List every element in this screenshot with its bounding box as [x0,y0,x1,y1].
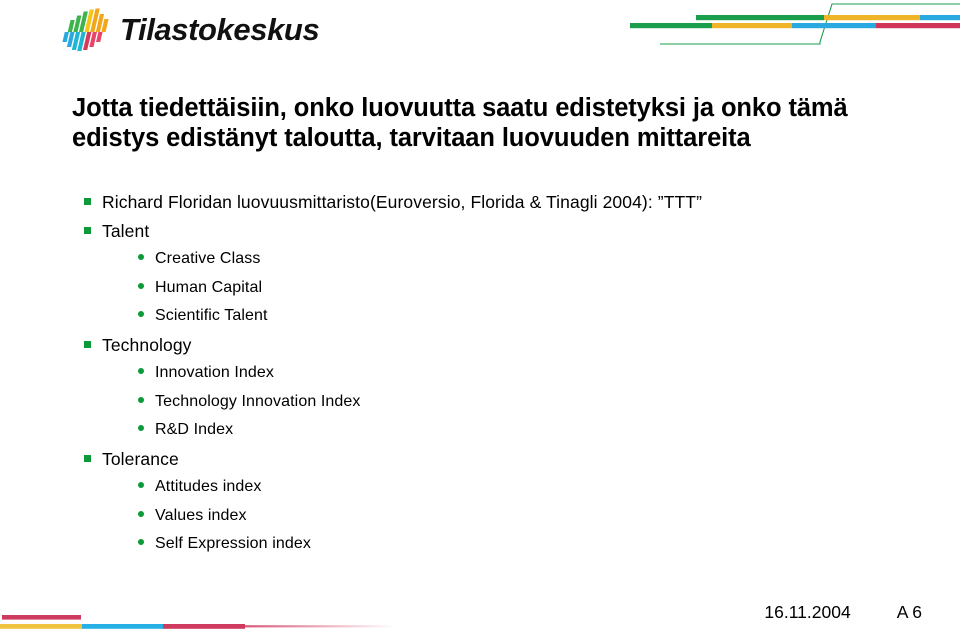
footer-bar-upper-red [2,615,81,620]
list-item-label: Talent [102,220,150,241]
bullet-list: Richard Floridan luovuusmittaristo(Eurov… [84,188,884,559]
list-item-label: Innovation Index [155,364,275,381]
header-bar-lower-yellow [712,23,792,29]
dot-bullet-icon [138,361,144,379]
list-item: Richard Floridan luovuusmittaristo(Eurov… [84,188,884,217]
footer-bar-lower-fade [245,625,395,628]
dot-bullet-icon [138,504,144,522]
square-bullet-icon [84,192,91,210]
list-item-label: Creative Class [155,250,261,267]
header-bar-lower-red [876,23,960,29]
list-item: Scientific Talent [138,302,884,331]
list-item: Technology Innovation Index [138,388,884,417]
list-item-label: Technology Innovation Index [155,392,361,410]
header-decoration-lines [630,3,960,45]
footer-slide-id: A 6 [896,602,922,622]
brand-wordmark: Tilastokeskus [120,12,320,47]
list-item: Attitudes index [138,473,884,502]
list-item-label: Technology [102,334,192,355]
header-bar-upper-green [696,15,824,21]
list-item-label: Values index [155,506,247,524]
list-item: Values index [138,502,884,531]
dot-bullet-icon [138,390,144,408]
list-item-label: Attitudes index [155,478,262,495]
list-item-label: Richard Floridan luovuusmittaristo(Eurov… [102,192,702,212]
list-item: Innovation Index [138,359,884,388]
slide-title: Jotta tiedettäisiin, onko luovuutta saat… [72,94,848,153]
square-bullet-icon [84,449,91,467]
slide-header: Tilastokeskus [0,0,960,62]
footer-date: 16.11.2004 [764,602,851,622]
list-item: Talent [84,217,884,246]
header-bar-lower-green [630,23,712,29]
footer-decoration-lines [0,615,395,629]
header-bar-upper-yellow [824,15,920,21]
list-item: Technology [84,331,884,360]
dot-bullet-icon [138,475,144,493]
statistics-bars-logo-icon [62,8,109,51]
header-bar-upper-blue [920,15,960,21]
list-item-label: Self Expression index [155,535,311,552]
list-item: Creative Class [138,245,884,274]
list-item: Self Expression index [138,530,884,559]
footer-meta: 16.11.2004 A 6 [764,602,922,623]
square-bullet-icon [84,221,91,239]
dot-bullet-icon [138,247,144,265]
dot-bullet-icon [138,532,144,550]
list-item-label: Human Capital [155,278,263,296]
brand-logo: Tilastokeskus [62,4,320,56]
list-item-label: Tolerance [102,448,179,469]
footer-bar-lower-red [163,624,245,629]
footer-bar-lower-yellow [0,624,82,629]
list-item: Human Capital [138,274,884,303]
list-item: Tolerance [84,445,884,474]
header-bar-lower-blue [792,23,876,29]
dot-bullet-icon [138,418,144,436]
square-bullet-icon [84,335,91,353]
list-item: R&D Index [138,416,884,445]
list-item-label: Scientific Talent [155,307,268,324]
dot-bullet-icon [138,276,144,294]
dot-bullet-icon [138,304,144,322]
footer-bar-lower-blue [82,624,163,629]
list-item-label: R&D Index [155,421,234,438]
